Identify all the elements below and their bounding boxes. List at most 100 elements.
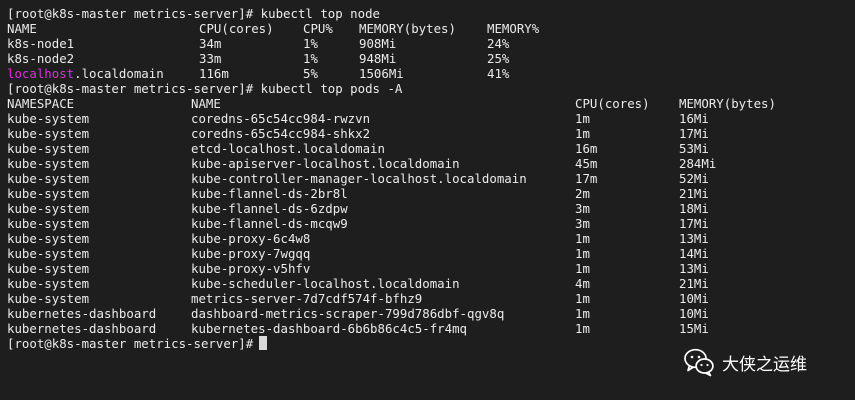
pod-memory: 21Mi (679, 276, 709, 291)
node-cpu: 116m (199, 66, 229, 81)
header-memory-percent: MEMORY% (487, 21, 540, 36)
pod-cpu: 1m (575, 306, 590, 321)
watermark-text: 大侠之运维 (722, 354, 807, 375)
node-memory-percent: 41% (487, 66, 510, 81)
pod-name: etcd-localhost.localdomain (191, 141, 385, 156)
header-cpu-cores: CPU(cores) (575, 96, 650, 111)
pod-cpu: 16m (575, 141, 598, 156)
node-row: localhost.localdomain 116m 5% 1506Mi 41% (7, 66, 855, 81)
pod-row: kube-system kube-flannel-ds-6zdpw 3m 18Mi (7, 201, 855, 216)
pod-namespace: kube-system (7, 291, 90, 306)
pods-table-header: NAMESPACE NAME CPU(cores) MEMORY(bytes) (7, 96, 855, 111)
pod-memory: 13Mi (679, 261, 709, 276)
pod-name: coredns-65c54cc984-shkx2 (191, 126, 371, 141)
node-cpu: 33m (199, 51, 222, 66)
node-name-suffix: .localdomain (74, 66, 164, 81)
pod-memory: 52Mi (679, 171, 709, 186)
shell-prompt: [root@k8s-master metrics-server]# (7, 336, 254, 351)
pod-row: kube-system metrics-server-7d7cdf574f-bfh… (7, 291, 855, 306)
pod-namespace: kube-system (7, 186, 90, 201)
pod-memory: 284Mi (679, 156, 717, 171)
pod-namespace: kube-system (7, 111, 90, 126)
node-row: k8s-node2 33m 1% 948Mi 25% (7, 51, 855, 66)
pod-name: kube-proxy-7wgqq (191, 246, 311, 261)
pod-row: kube-system kube-apiserver-localhost.loca… (7, 156, 855, 171)
pod-cpu: 1m (575, 126, 590, 141)
node-cpu-percent: 1% (303, 51, 318, 66)
pod-namespace: kube-system (7, 216, 90, 231)
pod-namespace: kubernetes-dashboard (7, 321, 157, 336)
pod-name: kube-apiserver-localhost.localdomain (191, 156, 460, 171)
header-name: NAME (191, 96, 221, 111)
pod-row: kube-system kube-scheduler-localhost.loca… (7, 276, 855, 291)
pod-name: kube-scheduler-localhost.localdomain (191, 276, 460, 291)
pods-table-body: kube-system coredns-65c54cc984-rwzvn 1m 16M… (7, 111, 855, 336)
pod-namespace: kube-system (7, 231, 90, 246)
node-memory: 1506Mi (359, 66, 404, 81)
node-cpu: 34m (199, 36, 222, 51)
pod-cpu: 2m (575, 186, 590, 201)
command-text: kubectl top pods -A (260, 81, 403, 96)
node-row: k8s-node1 34m 1% 908Mi 24% (7, 36, 855, 51)
watermark: 大侠之运维 (683, 346, 807, 378)
shell-prompt: [root@k8s-master metrics-server]# (7, 6, 254, 21)
shell-prompt: [root@k8s-master metrics-server]# (7, 81, 254, 96)
pod-memory: 53Mi (679, 141, 709, 156)
node-cpu-percent: 1% (303, 36, 318, 51)
pod-row: kube-system kube-controller-manager-local… (7, 171, 855, 186)
pod-cpu: 1m (575, 321, 590, 336)
pod-memory: 14Mi (679, 246, 709, 261)
pod-row: kube-system kube-flannel-ds-mcqw9 3m 17Mi (7, 216, 855, 231)
pod-name: dashboard-metrics-scraper-799d786dbf-qgv… (191, 306, 505, 321)
command-text: kubectl top node (260, 6, 381, 21)
pod-cpu: 45m (575, 156, 598, 171)
pod-cpu: 3m (575, 216, 590, 231)
command-line: [root@k8s-master metrics-server]# kubect… (7, 6, 855, 21)
node-name-highlight: localhost (7, 66, 75, 81)
pod-memory: 13Mi (679, 231, 709, 246)
node-memory: 908Mi (359, 36, 397, 51)
node-memory-percent: 24% (487, 36, 510, 51)
pod-namespace: kube-system (7, 126, 90, 141)
node-memory-percent: 25% (487, 51, 510, 66)
node-cpu-percent: 5% (303, 66, 318, 81)
pod-memory: 21Mi (679, 186, 709, 201)
pod-memory: 15Mi (679, 321, 709, 336)
wechat-icon (684, 348, 714, 377)
pod-row: kubernetes-dashboard dashboard-metrics-sc… (7, 306, 855, 321)
pod-row: kube-system kube-flannel-ds-2br8l 2m 21Mi (7, 186, 855, 201)
pod-name: kube-proxy-6c4w8 (191, 231, 311, 246)
pod-cpu: 4m (575, 276, 590, 291)
header-memory-bytes: MEMORY(bytes) (679, 96, 776, 111)
pod-namespace: kube-system (7, 141, 90, 156)
header-cpu-percent: CPU% (303, 21, 333, 36)
pod-name: kube-flannel-ds-6zdpw (191, 201, 348, 216)
pod-name: metrics-server-7d7cdf574f-bfhz9 (191, 291, 423, 306)
pod-namespace: kubernetes-dashboard (7, 306, 157, 321)
pod-name: coredns-65c54cc984-rwzvn (191, 111, 371, 126)
pod-memory: 10Mi (679, 306, 709, 321)
node-name: k8s-node2 (7, 51, 75, 66)
pod-memory: 18Mi (679, 201, 709, 216)
pod-namespace: kube-system (7, 246, 90, 261)
pod-memory: 17Mi (679, 216, 709, 231)
pod-row: kubernetes-dashboard kubernetes-dashboard… (7, 321, 855, 336)
text-cursor (259, 336, 268, 350)
header-name: NAME (7, 21, 37, 36)
header-memory-bytes: MEMORY(bytes) (359, 21, 456, 36)
terminal-window[interactable]: [root@k8s-master metrics-server]# kubect… (0, 0, 855, 400)
pod-name: kubernetes-dashboard-6b6b86c4c5-fr4mq (191, 321, 468, 336)
pod-memory: 16Mi (679, 111, 709, 126)
pod-namespace: kube-system (7, 276, 90, 291)
command-line: [root@k8s-master metrics-server]# kubect… (7, 81, 855, 96)
pod-cpu: 1m (575, 261, 590, 276)
pod-cpu: 1m (575, 246, 590, 261)
node-table-header: NAME CPU(cores) CPU% MEMORY(bytes) MEMOR… (7, 21, 855, 36)
header-cpu-cores: CPU(cores) (199, 21, 274, 36)
pod-row: kube-system kube-proxy-v5hfv 1m 13Mi (7, 261, 855, 276)
pod-cpu: 17m (575, 171, 598, 186)
pod-row: kube-system coredns-65c54cc984-rwzvn 1m 16M… (7, 111, 855, 126)
pod-cpu: 1m (575, 231, 590, 246)
pod-memory: 17Mi (679, 126, 709, 141)
pod-row: kube-system kube-proxy-6c4w8 1m 13Mi (7, 231, 855, 246)
